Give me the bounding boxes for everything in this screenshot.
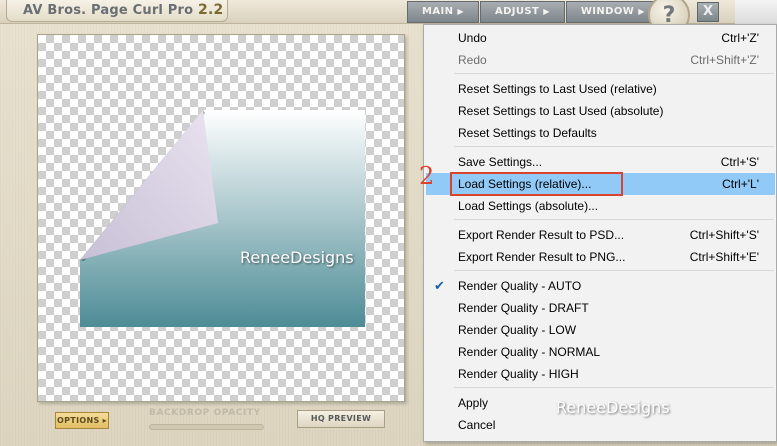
- menu-item-shortcut: Ctrl+Shift+'E': [689, 250, 759, 264]
- menu-arrow-icon: ▶: [457, 7, 464, 16]
- menu-item-label: Render Quality - NORMAL: [458, 345, 601, 359]
- menu-item-label: Render Quality - LOW: [458, 323, 577, 337]
- menu-main-label: MAIN: [422, 6, 454, 17]
- app-title: AV Bros. Page Curl Pro 2.2: [6, 0, 228, 22]
- menu-item-quality-auto[interactable]: ✔ Render Quality - AUTO: [426, 275, 775, 297]
- menu-item-reset-absolute[interactable]: Reset Settings to Last Used (absolute): [426, 100, 775, 122]
- title-bar: AV Bros. Page Curl Pro 2.2 MAIN ▶ ADJUST ▶…: [0, 0, 777, 36]
- menu-item-quality-draft[interactable]: Render Quality - DRAFT: [426, 297, 775, 319]
- menu-item-quality-low[interactable]: Render Quality - LOW: [426, 319, 775, 341]
- menu-separator: [454, 387, 774, 388]
- menu-main-button[interactable]: MAIN ▶: [407, 1, 479, 23]
- annotation-highlight-box: [450, 172, 623, 196]
- menu-item-shortcut: Ctrl+Shift+'Z': [690, 53, 759, 67]
- page-curl-artwork: [80, 110, 365, 327]
- main-menu-bar: MAIN ▶ ADJUST ▶ WINDOW ▶: [407, 1, 661, 23]
- menu-item-label: Reset Settings to Last Used (relative): [458, 82, 657, 96]
- menu-separator: [454, 219, 774, 220]
- menu-separator: [454, 73, 774, 74]
- menu-item-label: Reset Settings to Defaults: [458, 126, 597, 140]
- menu-item-redo[interactable]: Redo Ctrl+Shift+'Z': [426, 49, 775, 71]
- menu-item-shortcut: Ctrl+'Z': [721, 31, 759, 45]
- menu-item-label: Load Settings (absolute)...: [458, 199, 599, 213]
- menu-item-label: Render Quality - AUTO: [458, 279, 582, 293]
- menu-window-button[interactable]: WINDOW ▶: [565, 1, 660, 23]
- check-icon: ✔: [434, 278, 445, 293]
- menu-item-label: Export Render Result to PSD...: [458, 228, 625, 242]
- menu-item-shortcut: Ctrl+Shift+'S': [689, 228, 759, 242]
- menu-separator: [454, 146, 774, 147]
- menu-item-label: Export Render Result to PNG...: [458, 250, 626, 264]
- menu-item-quality-high[interactable]: Render Quality - HIGH: [426, 363, 775, 385]
- menu-item-label: Cancel: [458, 418, 496, 432]
- window-edge: [735, 0, 777, 24]
- menu-adjust-label: ADJUST: [494, 6, 540, 17]
- menu-item-label: Render Quality - DRAFT: [458, 301, 589, 315]
- context-menu: Undo Ctrl+'Z' Redo Ctrl+Shift+'Z' Reset …: [423, 24, 777, 442]
- menu-item-label: Reset Settings to Last Used (absolute): [458, 104, 664, 118]
- menu-item-undo[interactable]: Undo Ctrl+'Z': [426, 27, 775, 49]
- menu-item-shortcut: Ctrl+'S': [720, 155, 759, 169]
- menu-item-reset-defaults[interactable]: Reset Settings to Defaults: [426, 122, 775, 144]
- options-label: OPTIONS: [57, 416, 100, 425]
- menu-item-reset-relative[interactable]: Reset Settings to Last Used (relative): [426, 78, 775, 100]
- menu-item-label: Apply: [458, 396, 489, 410]
- menu-arrow-icon: ▶: [543, 7, 550, 16]
- menu-item-label: Redo: [458, 53, 487, 67]
- backdrop-opacity-slider[interactable]: [149, 424, 264, 430]
- menu-item-load-absolute[interactable]: Load Settings (absolute)...: [426, 195, 775, 217]
- menu-window-label: WINDOW: [580, 6, 635, 17]
- menu-item-shortcut: Ctrl+'L': [722, 177, 759, 191]
- menu-separator: [454, 270, 774, 271]
- preview-canvas[interactable]: ReneeDesigns: [37, 34, 405, 402]
- app-title-text: AV Bros. Page Curl Pro: [23, 3, 194, 18]
- canvas-watermark: ReneeDesigns: [240, 248, 354, 267]
- menu-item-label: Undo: [458, 31, 487, 45]
- menu-arrow-icon: ▶: [638, 7, 645, 16]
- annotation-step-number: 2: [419, 162, 435, 190]
- menu-item-quality-normal[interactable]: Render Quality - NORMAL: [426, 341, 775, 363]
- close-icon[interactable]: X: [697, 2, 719, 22]
- menu-item-save-settings[interactable]: Save Settings... Ctrl+'S': [426, 151, 775, 173]
- app-version: 2.2: [198, 2, 224, 18]
- menu-item-export-psd[interactable]: Export Render Result to PSD... Ctrl+Shif…: [426, 224, 775, 246]
- backdrop-opacity-label: BACKDROP OPACITY: [149, 408, 261, 418]
- hq-preview-button[interactable]: HQ PREVIEW: [297, 410, 385, 428]
- menu-adjust-button[interactable]: ADJUST ▶: [479, 1, 565, 23]
- menu-watermark: ReneeDesigns: [556, 398, 670, 417]
- menu-item-cancel[interactable]: Cancel: [426, 414, 775, 436]
- options-button[interactable]: OPTIONS ▸: [55, 412, 109, 429]
- menu-item-export-png[interactable]: Export Render Result to PNG... Ctrl+Shif…: [426, 246, 775, 268]
- menu-item-label: Render Quality - HIGH: [458, 367, 579, 381]
- options-arrow-icon: ▸: [102, 416, 107, 425]
- menu-item-label: Save Settings...: [458, 155, 543, 169]
